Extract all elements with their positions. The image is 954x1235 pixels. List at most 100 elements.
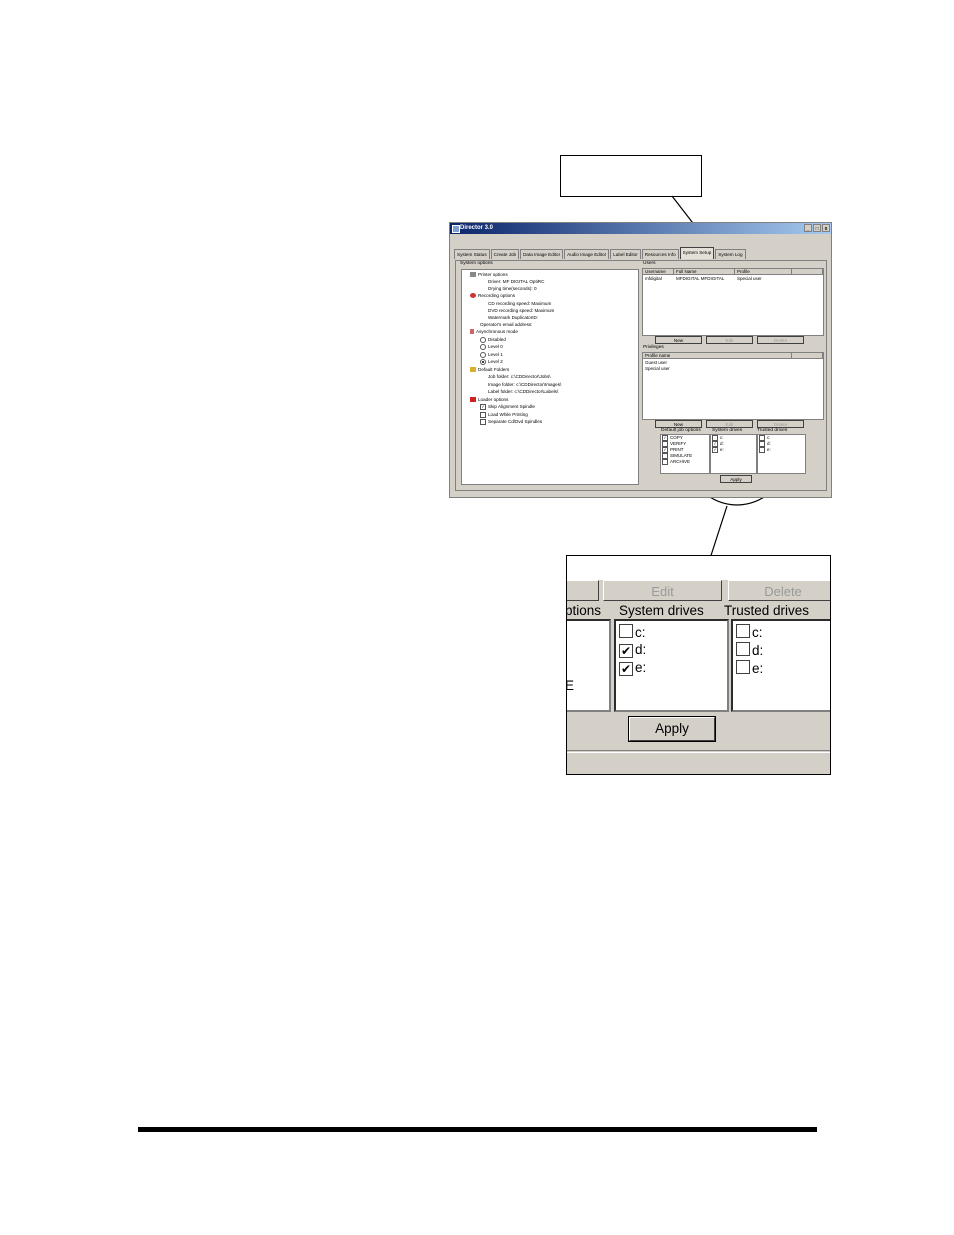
zoom-delete-button[interactable]: Delete (728, 580, 830, 601)
tree-watermark[interactable]: Watermark DuplicatorID: (488, 314, 538, 321)
zoom-system-drive-c[interactable]: c: (619, 624, 646, 641)
tree-loader-options[interactable]: Loader options (470, 396, 508, 403)
zoom-system-drives-list[interactable]: c: ✔ d: ✔ e: (614, 619, 729, 712)
tab-audio-image-editor[interactable]: Audio Image Editor (564, 249, 610, 259)
zoom-trusted-drives-list[interactable]: c: d: e: (731, 619, 830, 712)
close-button[interactable]: x (822, 224, 830, 232)
tree-job-folder[interactable]: Job folder: c:\CDDirector\Jobs\ (488, 373, 551, 380)
tab-system-log[interactable]: System Log (715, 249, 746, 259)
system-options-label: System options (460, 261, 493, 266)
tree-async-mode[interactable]: Asynchronous mode (470, 328, 518, 335)
tree-printer-options[interactable]: Printer options (470, 271, 508, 278)
system-drive-e[interactable]: ✓ e: (712, 447, 724, 453)
checkbox-icon (480, 418, 486, 425)
privileges-new-button[interactable]: New (655, 420, 702, 428)
privileges-delete-button[interactable]: Delete (757, 420, 804, 428)
tree-label-folder[interactable]: Label folder: c:\CDDirector\Labels\ (488, 388, 558, 395)
tree-driver[interactable]: Driver: MF DIGITAL OptiRC (488, 278, 544, 285)
checkbox-skip-alignment[interactable]: ✓ Skip Alignment Spindle (480, 403, 535, 410)
zoom-job-options-list[interactable]: E (567, 619, 611, 712)
check-icon: ✓ (712, 447, 718, 453)
zoom-trusted-drive-d[interactable]: d: (736, 642, 763, 659)
zoom-trusted-drive-c[interactable]: c: (736, 624, 763, 641)
zoom-trusted-drives-label: Trusted drives (724, 603, 810, 618)
loader-icon (470, 397, 476, 403)
users-col-blank (792, 269, 823, 275)
users-list[interactable]: Username Full Name Profile mfdigital MFD… (642, 268, 824, 336)
system-setup-panel: System options Printer options Driver: M… (455, 260, 827, 491)
zoom-new-button-partial[interactable] (567, 580, 599, 601)
checkbox-icon (736, 660, 750, 674)
zoom-system-drive-e[interactable]: ✔ e: (619, 660, 646, 676)
maximize-button[interactable]: □ (813, 224, 821, 232)
radio-icon (480, 336, 486, 343)
users-col-profile[interactable]: Profile (735, 269, 792, 275)
tab-system-status[interactable]: System Status (454, 249, 490, 259)
zoom-system-drives-label: System drives (619, 603, 704, 618)
users-cell[interactable]: Special user (737, 276, 762, 282)
tree-dvd-speed[interactable]: DVD recording speed: Maximum (488, 307, 554, 314)
users-new-button[interactable]: New (655, 336, 702, 344)
tree-email[interactable]: Operator's email address: (480, 321, 532, 328)
tab-create-job[interactable]: Create Job (490, 249, 520, 259)
tab-label-editor[interactable]: Label Editor (610, 249, 641, 259)
app-icon (452, 225, 460, 233)
privileges-label: Privileges (643, 345, 664, 350)
checkbox-load-while-printing[interactable]: Load While Printing (480, 411, 528, 418)
zoom-system-drive-d[interactable]: ✔ d: (619, 642, 646, 658)
zoom-job-option-partial[interactable]: E (567, 678, 574, 694)
users-col-fullname[interactable]: Full Name (674, 269, 735, 275)
checkbox-icon (736, 642, 750, 656)
checkbox-icon (736, 624, 750, 638)
privileges-edit-button[interactable]: Edit (706, 420, 753, 428)
minimize-button[interactable]: _ (804, 224, 812, 232)
tab-resources-info[interactable]: Resources Info (641, 249, 679, 259)
privileges-col-profile[interactable]: Profile name (643, 353, 792, 359)
users-label: Users (643, 261, 656, 266)
tree-default-folders[interactable]: Default Folders (470, 366, 509, 373)
zoom-trusted-drive-e[interactable]: e: (736, 660, 763, 677)
zoom-job-options-label-partial: ptions (566, 603, 602, 618)
checkbox-separate-spindles[interactable]: Separate Cd/Dvd Spindles (480, 418, 542, 425)
radio-selected-icon (480, 358, 486, 365)
trusted-drive-e[interactable]: e: (759, 447, 771, 453)
tab-data-image-editor[interactable]: Data Image Editor (520, 249, 564, 259)
trusted-drives-label: Trusted drives (757, 428, 788, 433)
radio-level1[interactable]: Level 1 (480, 351, 503, 358)
async-icon (470, 329, 474, 335)
privileges-col-blank (792, 353, 823, 359)
job-options-list[interactable]: ✓ COPY VERIFY ✓ PRINT SIMULATE ARCHIVE (660, 434, 710, 474)
job-option-archive[interactable]: ARCHIVE (662, 459, 690, 465)
privileges-list[interactable]: Profile name Guest user Special user (642, 352, 824, 420)
tab-system-setup[interactable]: System Setup (679, 247, 715, 259)
users-edit-button[interactable]: Edit (706, 336, 753, 344)
check-icon: ✔ (619, 644, 633, 658)
zoom-edit-button[interactable]: Edit (603, 580, 722, 601)
tree-cd-speed[interactable]: CD recording speed: Maximum (488, 300, 551, 307)
zoom-divider (567, 750, 830, 751)
users-delete-button[interactable]: Delete (757, 336, 804, 344)
apply-button[interactable]: Apply (720, 475, 752, 483)
users-col-username[interactable]: Username (643, 269, 674, 275)
users-cell[interactable]: mfdigital (645, 276, 662, 282)
radio-level2[interactable]: Level 2 (480, 358, 503, 365)
system-drives-list[interactable]: c: ✓ d: ✓ e: (710, 434, 757, 474)
radio-icon (480, 343, 486, 350)
system-drives-label: System drives (712, 428, 743, 433)
radio-disabled[interactable]: Disabled (480, 336, 506, 343)
tree-recording-options[interactable]: Recording options (470, 292, 515, 299)
privileges-row[interactable]: Special user (645, 366, 670, 372)
printer-icon (470, 272, 476, 278)
zoom-apply-button[interactable]: Apply (629, 717, 715, 741)
users-cell[interactable]: MFDIGITAL MFDIGITAL (676, 276, 724, 282)
system-options-tree[interactable]: Printer options Driver: MF DIGITAL OptiR… (461, 269, 639, 485)
tree-image-folder[interactable]: Image folder: c:\CDDirector\Images\ (488, 381, 561, 388)
director-window: Director 3.0 _ □ x System Status Create … (449, 222, 832, 498)
tree-drying-time[interactable]: Drying time(seconds): 0 (488, 285, 537, 292)
callout-box (560, 155, 702, 197)
radio-level0[interactable]: Level 0 (480, 343, 503, 350)
job-options-label: Default job options (661, 428, 701, 433)
trusted-drives-list[interactable]: c: d: e: (757, 434, 806, 474)
folder-icon (470, 367, 476, 373)
checkbox-icon (480, 411, 486, 418)
